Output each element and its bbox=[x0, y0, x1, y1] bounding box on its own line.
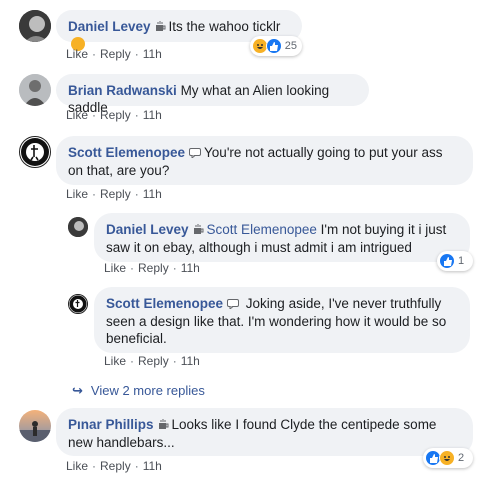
reply-actions: Like · Reply · 11h bbox=[104, 261, 200, 275]
reply-actions: Like · Reply · 11h bbox=[104, 354, 200, 368]
comment-actions: Like · Reply · 11h bbox=[66, 47, 162, 61]
comment-actions: Like · Reply · 11h bbox=[66, 108, 162, 122]
view-more-replies-link[interactable]: ↪ View 2 more replies bbox=[72, 383, 205, 399]
separator: · bbox=[92, 459, 97, 473]
separator: · bbox=[134, 459, 139, 473]
separator: · bbox=[172, 261, 177, 275]
timestamp-link[interactable]: 11h bbox=[143, 108, 162, 122]
reply-link[interactable]: Reply bbox=[100, 47, 131, 61]
separator: · bbox=[134, 108, 139, 122]
haha-reaction-icon bbox=[439, 450, 455, 466]
coffee-badge-icon bbox=[193, 222, 204, 239]
like-reaction-icon bbox=[265, 38, 282, 54]
comment: Daniel Levey Its the wahoo ticklr 25 Like… bbox=[0, 0, 503, 64]
comment: Brian Radwanski My what an Alien looking… bbox=[0, 70, 503, 130]
separator: · bbox=[134, 47, 139, 61]
timestamp-link[interactable]: 11h bbox=[143, 47, 162, 61]
reaction-summary[interactable]: 25 bbox=[250, 36, 302, 56]
view-more-replies-label: View 2 more replies bbox=[90, 383, 205, 398]
comment-bubble: Brian Radwanski My what an Alien looking… bbox=[56, 74, 369, 115]
chat-badge-icon bbox=[227, 296, 240, 313]
separator: · bbox=[134, 187, 139, 201]
comment-text: Its the wahoo ticklr bbox=[168, 19, 281, 34]
reaction-count: 25 bbox=[284, 40, 297, 52]
reaction-count: 1 bbox=[458, 255, 465, 267]
comment-actions: Like · Reply · 11h bbox=[66, 459, 162, 473]
reply: Scott Elemenopee Joking aside, I've neve… bbox=[0, 283, 503, 373]
reply-arrow-icon: ↪ bbox=[72, 383, 83, 398]
separator: · bbox=[172, 354, 177, 368]
reply-bubble: Scott Elemenopee Joking aside, I've neve… bbox=[94, 287, 470, 353]
like-link[interactable]: Like bbox=[66, 187, 88, 201]
comment-author[interactable]: Scott Elemenopee bbox=[68, 145, 185, 160]
comment-author[interactable]: Daniel Levey bbox=[68, 19, 151, 34]
reply-author[interactable]: Daniel Levey bbox=[106, 222, 189, 237]
like-link[interactable]: Like bbox=[104, 261, 126, 275]
separator: · bbox=[92, 187, 97, 201]
avatar[interactable] bbox=[19, 74, 51, 106]
reaction-summary[interactable]: 2 bbox=[423, 448, 473, 468]
reply-bubble: Daniel Levey Scott Elemenopee I'm not buy… bbox=[94, 213, 470, 262]
timestamp-link[interactable]: 11h bbox=[143, 187, 162, 201]
avatar[interactable] bbox=[19, 136, 51, 168]
separator: · bbox=[92, 108, 97, 122]
separator: · bbox=[130, 354, 135, 368]
reply: Daniel Levey Scott Elemenopee I'm not buy… bbox=[0, 205, 503, 281]
chat-badge-icon bbox=[189, 145, 202, 162]
avatar[interactable] bbox=[68, 217, 88, 237]
separator: · bbox=[92, 47, 97, 61]
comment-actions: Like · Reply · 11h bbox=[66, 187, 162, 201]
like-link[interactable]: Like bbox=[66, 47, 88, 61]
comment-author[interactable]: Brian Radwanski bbox=[68, 83, 177, 98]
separator: · bbox=[130, 261, 135, 275]
comment-author[interactable]: Pınar Phillips bbox=[68, 417, 154, 432]
reply-link[interactable]: Reply bbox=[100, 108, 131, 122]
like-link[interactable]: Like bbox=[66, 108, 88, 122]
reply-link[interactable]: Reply bbox=[138, 261, 169, 275]
avatar[interactable] bbox=[68, 294, 88, 314]
coffee-badge-icon bbox=[158, 417, 169, 434]
reply-link[interactable]: Reply bbox=[138, 354, 169, 368]
reaction-count: 2 bbox=[458, 452, 465, 464]
like-link[interactable]: Like bbox=[104, 354, 126, 368]
reply-author[interactable]: Scott Elemenopee bbox=[106, 296, 223, 311]
comment-bubble: Scott Elemenopee You're not actually goin… bbox=[56, 136, 473, 185]
coffee-badge-icon bbox=[155, 19, 166, 36]
timestamp-link[interactable]: 11h bbox=[181, 261, 200, 275]
timestamp-link[interactable]: 11h bbox=[181, 354, 200, 368]
like-reaction-icon bbox=[439, 253, 455, 269]
mention-link[interactable]: Scott Elemenopee bbox=[207, 222, 317, 237]
avatar[interactable] bbox=[19, 410, 51, 442]
like-link[interactable]: Like bbox=[66, 459, 88, 473]
reply-link[interactable]: Reply bbox=[100, 187, 131, 201]
reaction-summary[interactable]: 1 bbox=[437, 251, 473, 271]
reply-link[interactable]: Reply bbox=[100, 459, 131, 473]
comment: Scott Elemenopee You're not actually goin… bbox=[0, 130, 503, 201]
timestamp-link[interactable]: 11h bbox=[143, 459, 162, 473]
comment-bubble: Pınar Phillips Looks like I found Clyde t… bbox=[56, 408, 473, 456]
comment: Pınar Phillips Looks like I found Clyde t… bbox=[0, 404, 503, 481]
avatar[interactable] bbox=[19, 10, 51, 42]
